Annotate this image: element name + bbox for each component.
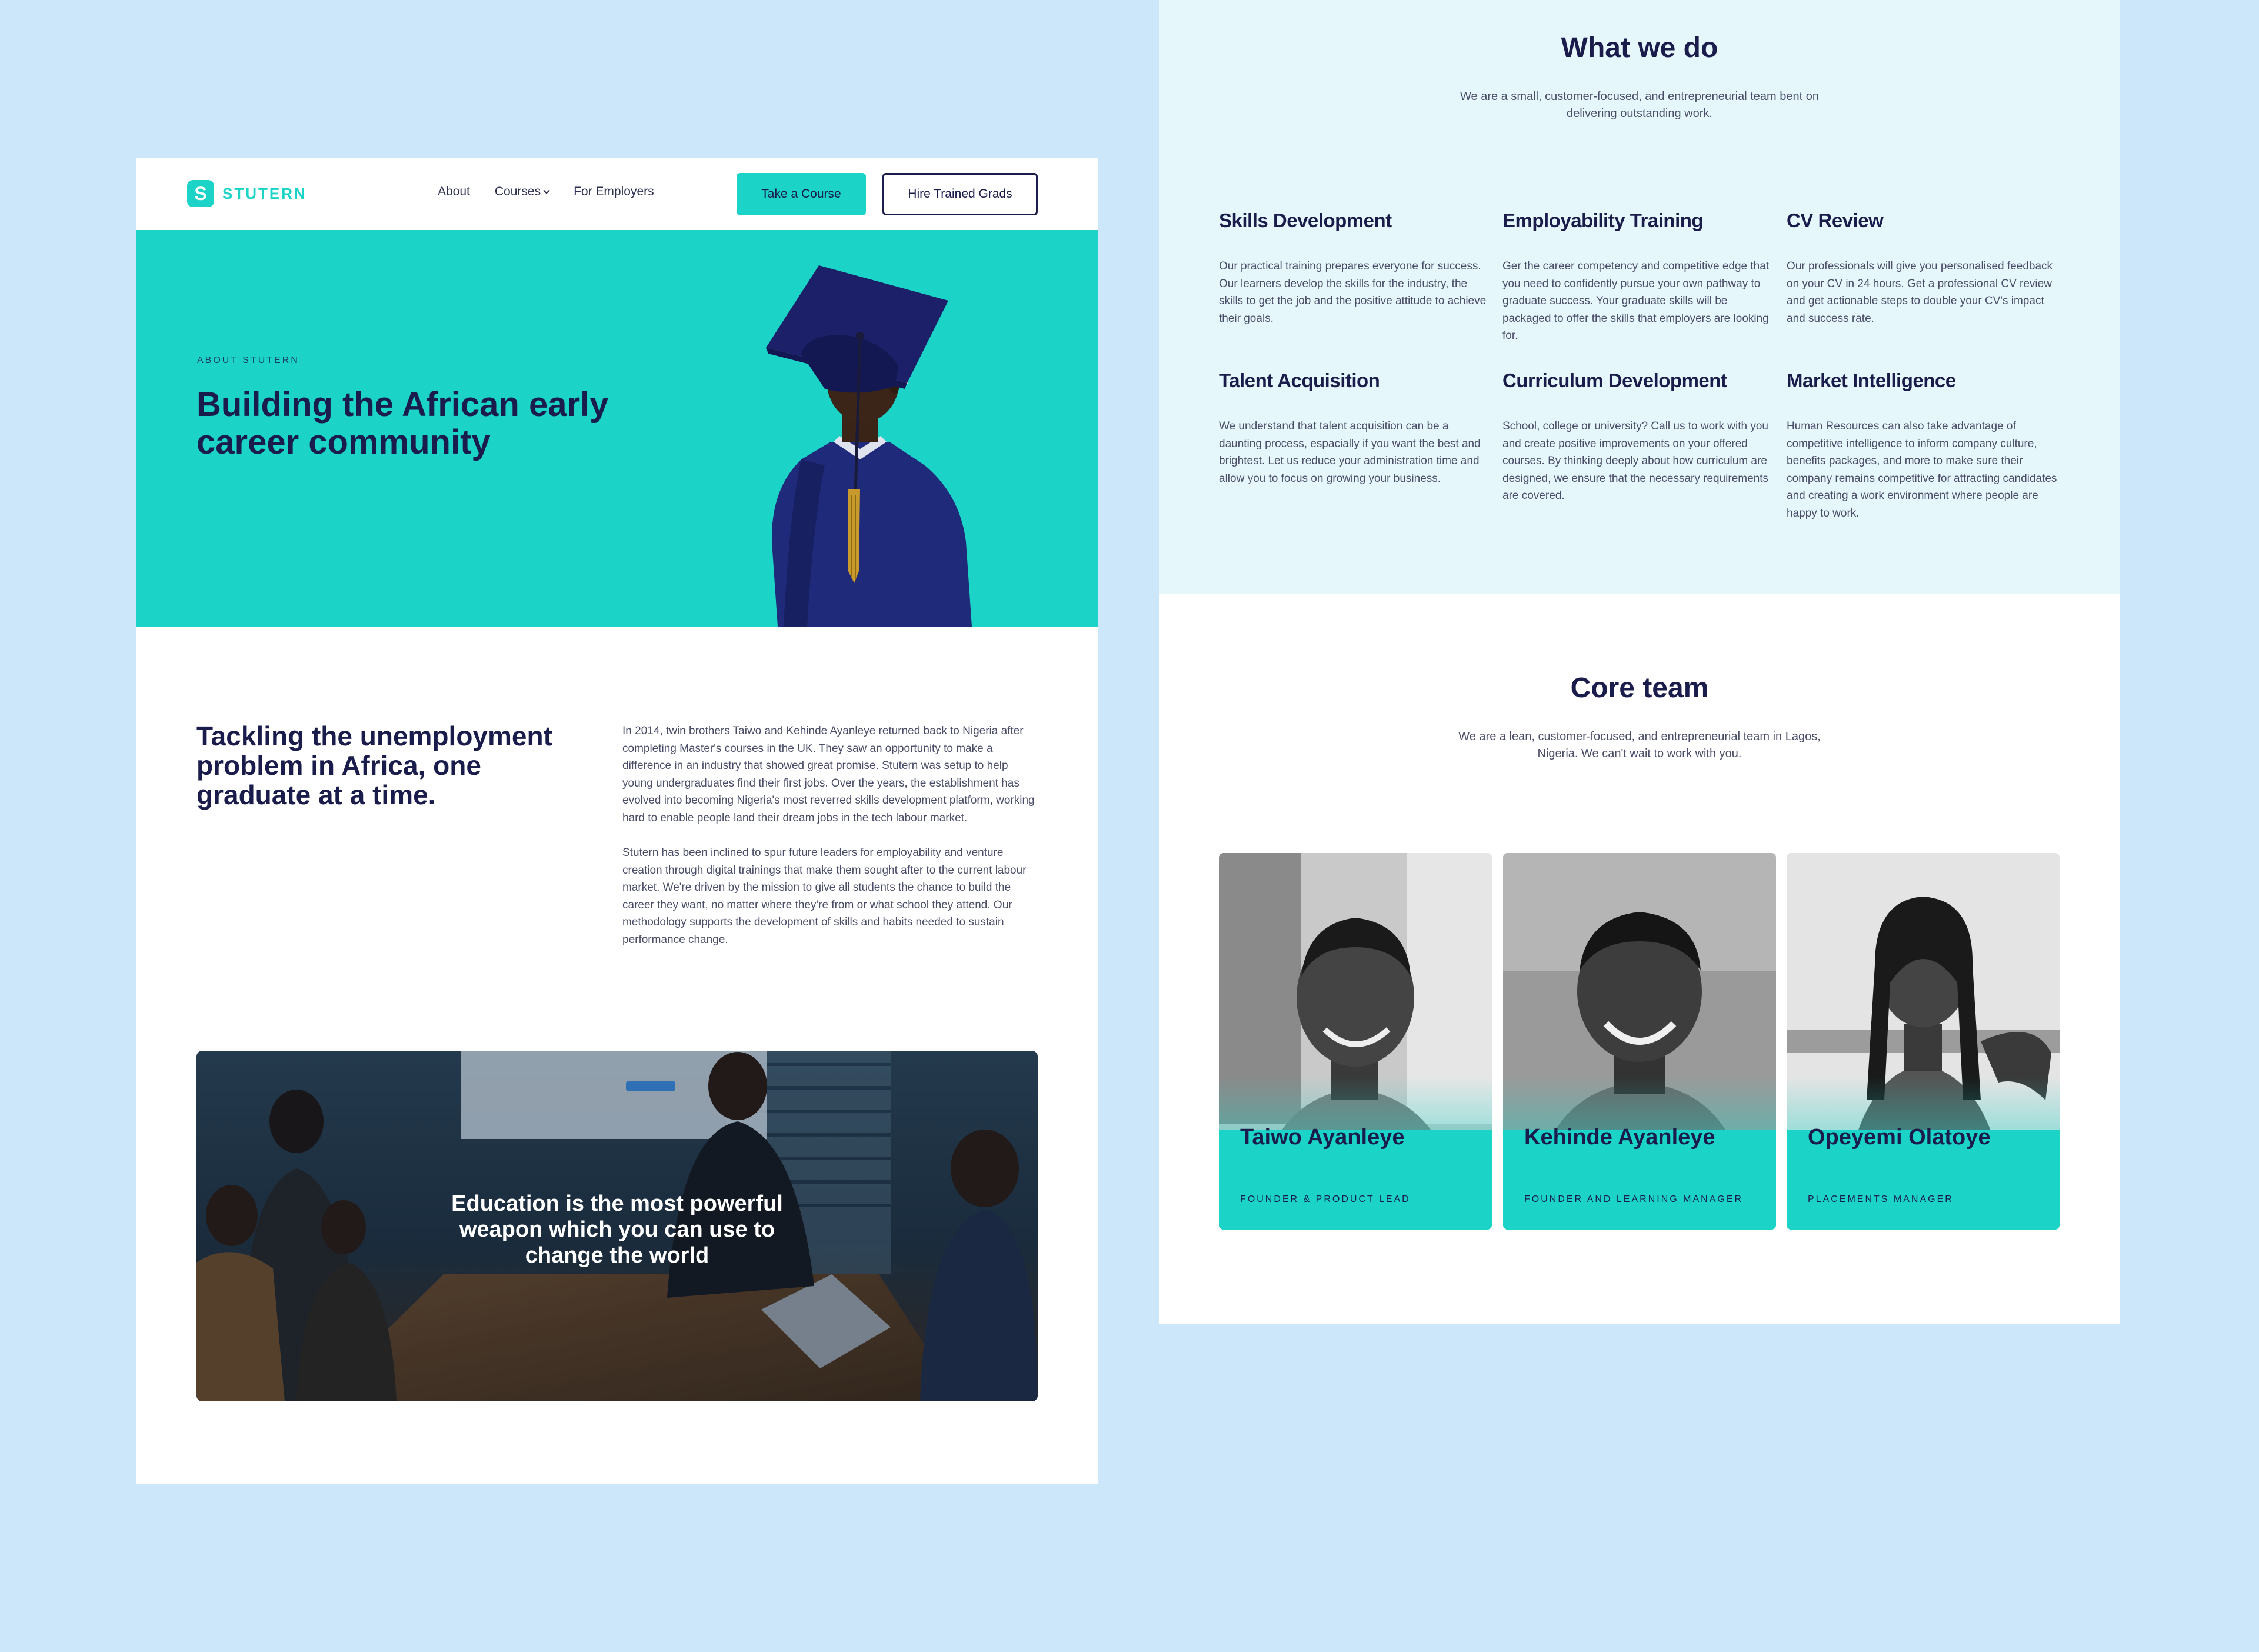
team-role: FOUNDER & PRODUCT LEAD bbox=[1240, 1194, 1411, 1204]
hero-title: Building the African early career commun… bbox=[196, 385, 609, 461]
service-curriculum-development: Curriculum Development School, college o… bbox=[1502, 369, 1773, 505]
service-market-intelligence: Market Intelligence Human Resources can … bbox=[1787, 369, 2057, 522]
quote-banner: Education is the most powerful weapon wh… bbox=[196, 1051, 1038, 1401]
take-course-button[interactable]: Take a Course bbox=[737, 173, 866, 215]
service-desc: Ger the career competency and competitiv… bbox=[1502, 260, 1770, 342]
logo-text: STUTERN bbox=[222, 184, 307, 202]
what-we-do-section: What we do We are a small, customer-focu… bbox=[1159, 0, 2120, 594]
service-title: Skills Development bbox=[1219, 209, 1392, 231]
logo-mark-icon: S bbox=[187, 180, 214, 207]
services-title: What we do bbox=[1561, 32, 1718, 64]
service-title: Curriculum Development bbox=[1502, 369, 1727, 391]
team-card-kehinde[interactable]: Kehinde Ayanleye FOUNDER AND LEARNING MA… bbox=[1503, 853, 1776, 1230]
services-subtitle: We are a small, customer-focused, and en… bbox=[1460, 90, 1819, 120]
service-employability-training: Employability Training Ger the career co… bbox=[1502, 209, 1773, 345]
team-photo-opeyemi bbox=[1787, 853, 2060, 1230]
service-title: Market Intelligence bbox=[1787, 369, 1956, 391]
quote-text: Education is the most powerful weapon wh… bbox=[451, 1191, 783, 1268]
hire-grads-button[interactable]: Hire Trained Grads bbox=[882, 173, 1038, 215]
service-skills-development: Skills Development Our practical trainin… bbox=[1219, 209, 1490, 327]
hero-section: ABOUT STUTERN Building the African early… bbox=[136, 230, 1098, 627]
nav-links: About Courses For Employers bbox=[438, 185, 654, 199]
service-cv-review: CV Review Our professionals will give yo… bbox=[1787, 209, 2057, 327]
service-desc: School, college or university? Call us t… bbox=[1502, 420, 1769, 502]
team-card-opeyemi[interactable]: Opeyemi Olatoye PLACEMENTS MANAGER bbox=[1787, 853, 2060, 1230]
service-title: CV Review bbox=[1787, 209, 1884, 231]
service-title: Employability Training bbox=[1502, 209, 1704, 231]
nav-link-about[interactable]: About bbox=[438, 185, 470, 199]
nav-link-courses-label: Courses bbox=[494, 185, 541, 198]
hero-eyebrow: ABOUT STUTERN bbox=[197, 355, 299, 365]
team-name: Taiwo Ayanleye bbox=[1240, 1125, 1405, 1150]
service-talent-acquisition: Talent Acquisition We understand that ta… bbox=[1219, 369, 1490, 487]
team-name: Kehinde Ayanleye bbox=[1524, 1125, 1715, 1150]
chevron-down-icon bbox=[543, 187, 550, 194]
core-team-subtitle: We are a lean, customer-focused, and ent… bbox=[1458, 730, 1821, 760]
nav-link-courses[interactable]: Courses bbox=[494, 185, 550, 199]
mission-title: Tackling the unemployment problem in Afr… bbox=[196, 721, 552, 810]
mission-paragraph-1: In 2014, twin brothers Taiwo and Kehinde… bbox=[622, 725, 1035, 824]
top-nav: S STUTERN About Courses For Employers Ta… bbox=[136, 158, 1098, 230]
nav-link-employers[interactable]: For Employers bbox=[574, 185, 654, 199]
team-role: PLACEMENTS MANAGER bbox=[1808, 1194, 1954, 1204]
mission-paragraph-2: Stutern has been inclined to spur future… bbox=[622, 847, 1027, 946]
team-photo-kehinde bbox=[1503, 853, 1776, 1230]
service-title: Talent Acquisition bbox=[1219, 369, 1380, 391]
stutern-logo[interactable]: S STUTERN bbox=[187, 180, 307, 207]
service-desc: Our professionals will give you personal… bbox=[1787, 260, 2053, 325]
mission-text: In 2014, twin brothers Taiwo and Kehinde… bbox=[622, 722, 1039, 948]
team-name: Opeyemi Olatoye bbox=[1808, 1125, 1991, 1150]
core-team-title: Core team bbox=[1570, 672, 1709, 704]
team-role: FOUNDER AND LEARNING MANAGER bbox=[1524, 1194, 1744, 1204]
about-page-right: What we do We are a small, customer-focu… bbox=[1159, 0, 2120, 1324]
about-page-left: S STUTERN About Courses For Employers Ta… bbox=[136, 158, 1098, 1484]
service-desc: Human Resources can also take advantage … bbox=[1787, 420, 2057, 519]
graduate-image bbox=[766, 265, 972, 627]
team-card-taiwo[interactable]: Taiwo Ayanleye FOUNDER & PRODUCT LEAD bbox=[1219, 853, 1492, 1230]
service-desc: We understand that talent acquisition ca… bbox=[1219, 420, 1481, 485]
service-desc: Our practical training prepares everyone… bbox=[1219, 260, 1487, 325]
team-photo-taiwo bbox=[1219, 853, 1492, 1230]
